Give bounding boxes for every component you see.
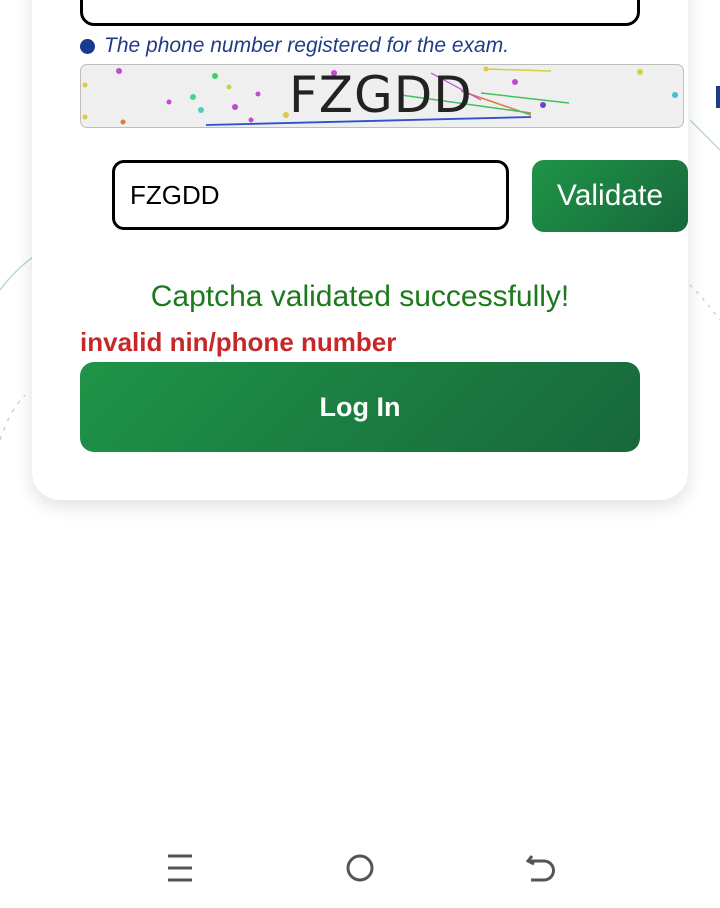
validate-button[interactable]: Validate	[532, 160, 688, 232]
offscreen-element-edge	[716, 86, 720, 108]
phone-hint-text: The phone number registered for the exam…	[104, 34, 510, 57]
menu-icon[interactable]	[166, 852, 194, 884]
captcha-input[interactable]	[112, 160, 509, 230]
captcha-text: FZGDD	[289, 66, 473, 124]
captcha-success-message: Captcha validated successfully!	[150, 280, 570, 313]
login-button[interactable]: Log In	[80, 362, 640, 452]
captcha-image: FZGDD	[80, 64, 684, 128]
bullet-dot-icon	[80, 38, 95, 54]
back-icon[interactable]	[526, 852, 556, 884]
login-error-message: invalid nin/phone number	[80, 327, 397, 357]
phone-input[interactable]	[80, 0, 640, 26]
phone-hint: The phone number registered for the exam…	[80, 34, 509, 58]
home-icon[interactable]	[344, 852, 376, 884]
system-navigation-bar	[0, 830, 720, 908]
